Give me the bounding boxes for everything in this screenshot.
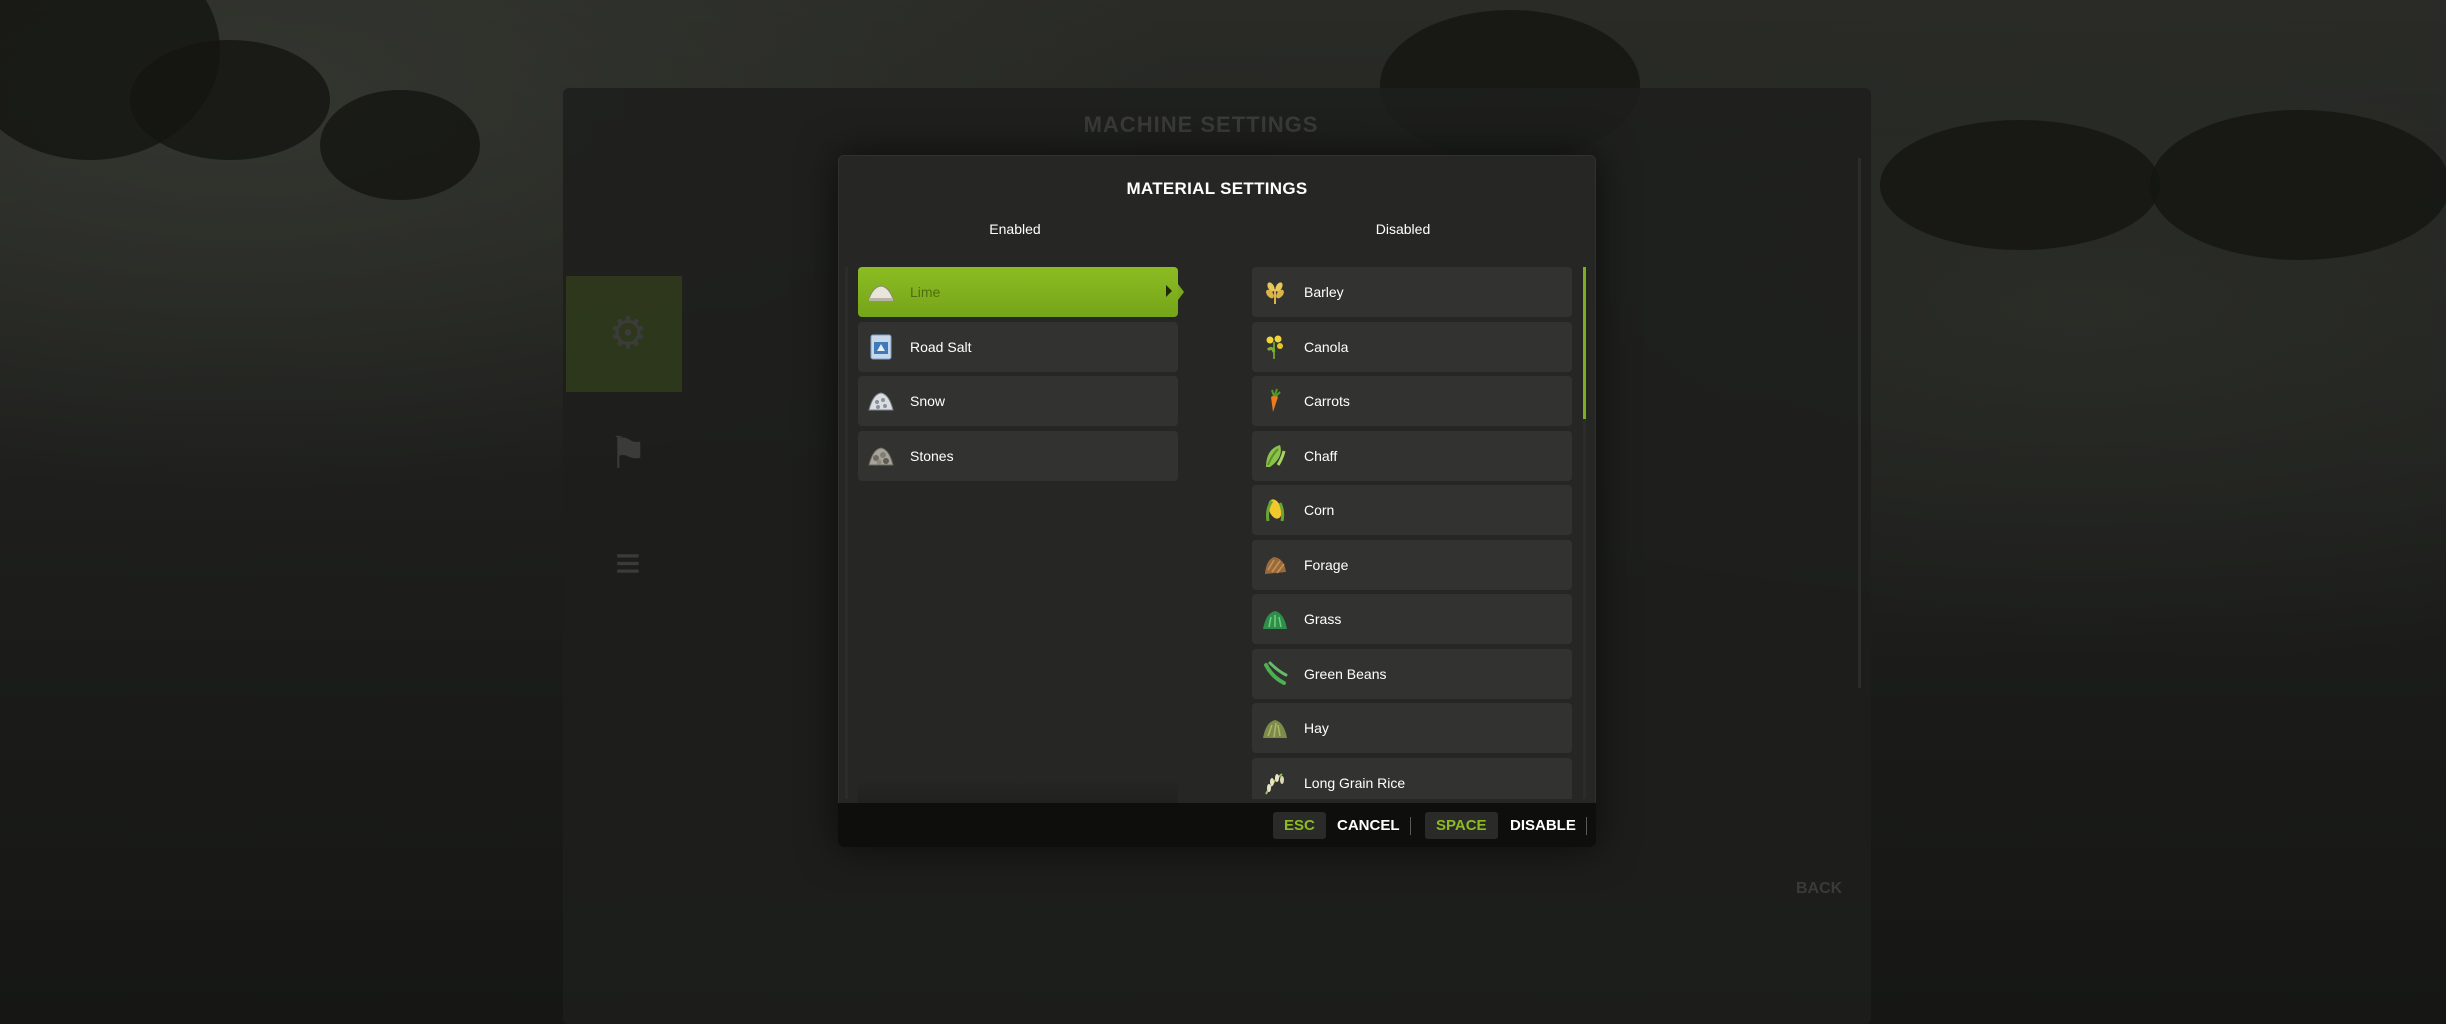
snow-icon bbox=[866, 386, 896, 416]
settings-gear-icon: ⚙ bbox=[608, 309, 648, 358]
button-separator bbox=[1410, 817, 1411, 835]
disabled-item-canola[interactable]: Canola bbox=[1252, 321, 1572, 372]
lime-icon bbox=[866, 277, 896, 307]
item-label: Stones bbox=[910, 447, 954, 464]
long-grain-rice-icon bbox=[1260, 768, 1290, 798]
item-label: Canola bbox=[1304, 338, 1349, 355]
background-scrollbar bbox=[1858, 158, 1861, 688]
button-separator bbox=[1586, 817, 1587, 835]
disabled-item-forage[interactable]: Forage bbox=[1252, 539, 1572, 590]
item-label: Hay bbox=[1304, 720, 1329, 736]
barley-icon bbox=[1260, 277, 1290, 307]
disabled-item-chaff[interactable]: Chaff bbox=[1252, 430, 1572, 481]
material-settings-dialog: MATERIAL SETTINGS Enabled Disabled Lime … bbox=[838, 155, 1596, 847]
chaff-icon bbox=[1260, 441, 1290, 471]
disabled-list-scrollbar-thumb[interactable] bbox=[1583, 267, 1586, 419]
disabled-item-carrots[interactable]: Carrots bbox=[1252, 376, 1572, 426]
road-salt-icon bbox=[866, 332, 896, 362]
dialog-button-bar: ESC CANCEL SPACE DISABLE bbox=[838, 803, 1596, 847]
carrots-icon bbox=[1260, 386, 1290, 416]
back-button[interactable]: BACK bbox=[1796, 880, 1842, 898]
disabled-item-green-beans[interactable]: Green Beans bbox=[1252, 648, 1572, 699]
selected-arrow-icon bbox=[1166, 285, 1172, 297]
disabled-item-long-grain-rice[interactable]: Long Grain Rice bbox=[1252, 757, 1572, 799]
stones-icon bbox=[866, 441, 896, 471]
disabled-column-header: Disabled bbox=[1375, 221, 1431, 237]
item-label: Carrots bbox=[1304, 393, 1350, 409]
hay-icon bbox=[1260, 713, 1290, 743]
corn-icon bbox=[1260, 495, 1290, 525]
disabled-list: Barley Canola Carrots Chaff Corn Forage … bbox=[1252, 267, 1572, 799]
enabled-item-road-salt[interactable]: Road Salt bbox=[858, 321, 1178, 372]
sliders-icon: ≡ bbox=[615, 539, 641, 588]
enabled-list: Lime Road Salt Snow Stones bbox=[858, 267, 1184, 485]
item-label: Snow bbox=[910, 393, 946, 409]
grass-icon bbox=[1260, 604, 1290, 634]
green-beans-icon bbox=[1260, 659, 1290, 689]
item-label: Barley bbox=[1304, 284, 1344, 300]
enabled-item-snow[interactable]: Snow bbox=[858, 376, 1178, 426]
item-label: Road Salt bbox=[910, 338, 972, 355]
disabled-item-grass[interactable]: Grass bbox=[1252, 594, 1572, 644]
dialog-title: MATERIAL SETTINGS bbox=[1126, 179, 1308, 198]
enabled-column-header: Enabled bbox=[989, 221, 1041, 237]
item-label: Green Beans bbox=[1304, 665, 1387, 682]
disabled-item-barley[interactable]: Barley bbox=[1252, 267, 1572, 317]
esc-key-hint: ESC bbox=[1273, 812, 1326, 839]
item-label: Long Grain Rice bbox=[1304, 774, 1406, 791]
item-label: Lime bbox=[910, 284, 941, 300]
machine-settings-title: MACHINE SETTINGS bbox=[1083, 112, 1319, 137]
item-label: Chaff bbox=[1304, 447, 1338, 464]
enabled-list-scrollbar[interactable] bbox=[845, 267, 848, 799]
space-key-hint: SPACE bbox=[1425, 812, 1498, 839]
canola-icon bbox=[1260, 332, 1290, 362]
disabled-item-hay[interactable]: Hay bbox=[1252, 703, 1572, 753]
item-label: Corn bbox=[1304, 502, 1335, 518]
forage-icon bbox=[1260, 550, 1290, 580]
disabled-item-corn[interactable]: Corn bbox=[1252, 485, 1572, 535]
enabled-item-lime[interactable]: Lime bbox=[858, 267, 1184, 317]
item-label: Grass bbox=[1304, 611, 1342, 627]
field-work-icon: ⚑ bbox=[608, 429, 648, 478]
item-label: Forage bbox=[1304, 556, 1349, 573]
cancel-button[interactable]: CANCEL bbox=[1337, 812, 1400, 839]
disable-button[interactable]: DISABLE bbox=[1510, 812, 1576, 839]
enabled-item-stones[interactable]: Stones bbox=[858, 430, 1178, 481]
